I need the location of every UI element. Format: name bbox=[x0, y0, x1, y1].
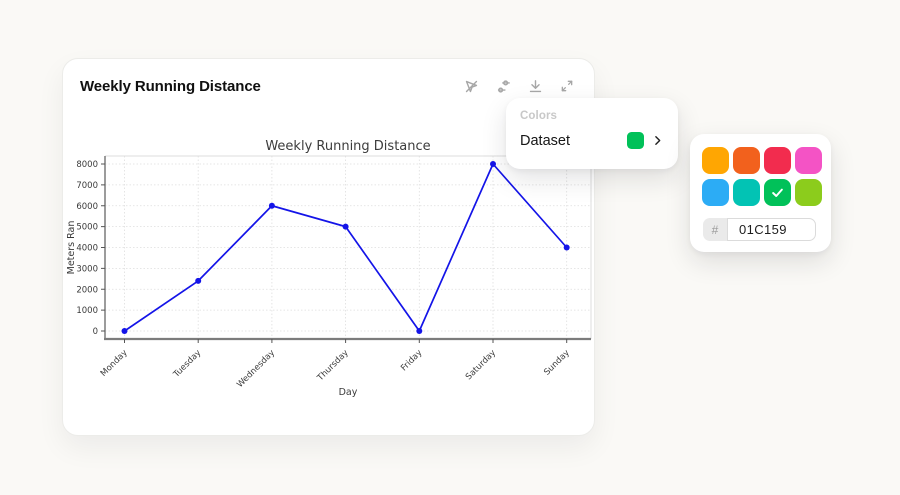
expand-chart-button[interactable] bbox=[558, 77, 576, 95]
card-title: Weekly Running Distance bbox=[80, 78, 261, 95]
palette-swatch-blue[interactable] bbox=[702, 179, 729, 206]
chart-settings-button[interactable] bbox=[494, 77, 512, 95]
palette-swatch-red[interactable] bbox=[764, 147, 791, 174]
hex-prefix: # bbox=[703, 218, 727, 241]
hex-color-input[interactable] bbox=[727, 218, 816, 241]
chart-card-header: Weekly Running Distance bbox=[63, 59, 594, 99]
svg-text:5000: 5000 bbox=[76, 223, 98, 233]
colors-popover: Colors Dataset bbox=[506, 98, 678, 169]
page-background: Weekly Running Distance bbox=[0, 0, 900, 495]
color-picker-panel: # bbox=[690, 134, 831, 252]
svg-text:Wednesday: Wednesday bbox=[235, 348, 277, 390]
palette-swatch-pink[interactable] bbox=[795, 147, 822, 174]
svg-text:0: 0 bbox=[93, 327, 98, 337]
colors-popover-header: Colors bbox=[520, 110, 664, 122]
download-icon bbox=[527, 78, 544, 95]
dataset-color-row[interactable]: Dataset bbox=[520, 132, 664, 149]
pointer-off-icon bbox=[463, 78, 480, 95]
palette-swatch-teal[interactable] bbox=[733, 179, 760, 206]
palette-swatch-green[interactable] bbox=[764, 179, 791, 206]
svg-text:2000: 2000 bbox=[76, 285, 98, 295]
sliders-icon bbox=[495, 78, 512, 95]
svg-text:Tuesday: Tuesday bbox=[171, 348, 203, 380]
chart-toolbar bbox=[462, 77, 576, 95]
svg-text:Meters Ran: Meters Ran bbox=[66, 221, 77, 275]
svg-text:Day: Day bbox=[339, 387, 358, 398]
interaction-toggle-button[interactable] bbox=[462, 77, 480, 95]
svg-text:8000: 8000 bbox=[76, 160, 98, 170]
svg-text:Saturday: Saturday bbox=[464, 348, 498, 382]
chevron-right-icon bbox=[651, 134, 664, 147]
palette-swatch-orange[interactable] bbox=[733, 147, 760, 174]
dataset-label: Dataset bbox=[520, 133, 570, 149]
hex-color-field: # bbox=[703, 218, 816, 241]
dataset-color-swatch bbox=[627, 132, 644, 149]
download-chart-button[interactable] bbox=[526, 77, 544, 95]
color-swatch-grid bbox=[702, 147, 822, 206]
svg-text:Monday: Monday bbox=[99, 348, 130, 379]
svg-text:7000: 7000 bbox=[76, 181, 98, 191]
palette-swatch-lime[interactable] bbox=[795, 179, 822, 206]
svg-text:Friday: Friday bbox=[399, 348, 424, 373]
check-icon bbox=[770, 185, 785, 200]
svg-text:Weekly Running Distance: Weekly Running Distance bbox=[265, 139, 430, 154]
svg-text:Thursday: Thursday bbox=[315, 348, 351, 384]
svg-text:4000: 4000 bbox=[76, 244, 98, 254]
svg-text:1000: 1000 bbox=[76, 306, 98, 316]
svg-text:Sunday: Sunday bbox=[542, 348, 572, 378]
svg-text:6000: 6000 bbox=[76, 202, 98, 212]
svg-text:3000: 3000 bbox=[76, 264, 98, 274]
palette-swatch-amber[interactable] bbox=[702, 147, 729, 174]
expand-icon bbox=[559, 78, 575, 94]
